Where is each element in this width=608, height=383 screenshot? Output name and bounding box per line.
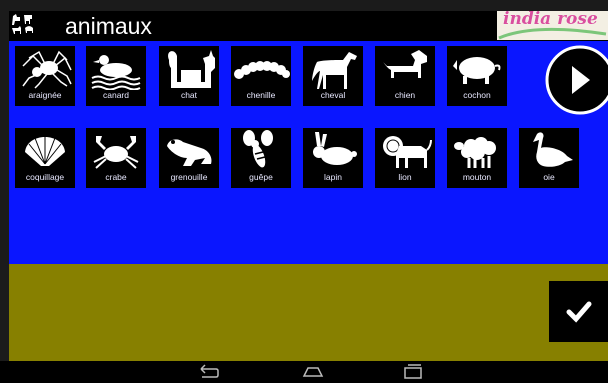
frog-icon (167, 139, 212, 166)
pictogram-lion[interactable]: lion (375, 128, 435, 188)
pictogram-cheval[interactable]: cheval (303, 46, 363, 106)
pictogram-guepe[interactable]: guêpe (231, 128, 291, 188)
india-rose-logo: india rose (497, 11, 608, 40)
system-nav-bar (0, 361, 608, 383)
pictogram-label: lapin (324, 172, 342, 182)
horse-icon (312, 52, 357, 89)
pictogram-grid: araignée canard chat chenille cheval chi… (9, 41, 608, 264)
pictogram-canard[interactable]: canard (86, 46, 146, 106)
validate-button[interactable] (549, 281, 608, 342)
pictogram-cochon[interactable]: cochon (447, 46, 507, 106)
pictogram-crabe[interactable]: crabe (86, 128, 146, 188)
shell-icon (25, 136, 65, 166)
pictogram-label: guêpe (249, 172, 273, 182)
pictogram-chat[interactable]: chat (159, 46, 219, 106)
pictogram-label: coquillage (25, 172, 65, 182)
pictogram-label: cheval (320, 90, 346, 100)
pictogram-oie[interactable]: oie (519, 128, 579, 188)
pictogram-label: grenouille (170, 172, 208, 182)
pictogram-araignee[interactable]: araignée (15, 46, 75, 106)
pictogram-grenouille[interactable]: grenouille (159, 128, 219, 188)
spider-icon (22, 50, 72, 89)
pictogram-label: crabe (105, 172, 127, 182)
back-icon[interactable] (198, 364, 220, 380)
wasp-icon (243, 130, 273, 168)
pictogram-label: chien (394, 90, 416, 100)
pictogram-label: lion (398, 172, 412, 182)
caterpillar-icon (234, 61, 290, 79)
pictogram-coquillage[interactable]: coquillage (15, 128, 75, 188)
cat-icon (168, 50, 215, 88)
recents-icon[interactable] (402, 364, 424, 380)
pictogram-label: cochon (463, 90, 491, 100)
home-icon[interactable] (302, 364, 324, 380)
pictogram-label: mouton (462, 172, 492, 182)
lion-icon (383, 136, 432, 168)
pictogram-chenille[interactable]: chenille (231, 46, 291, 106)
rabbit-icon (313, 132, 357, 165)
pictogram-mouton[interactable]: mouton (447, 128, 507, 188)
top-bar: animaux india rose (9, 11, 608, 41)
pictogram-label: oie (543, 172, 555, 182)
category-title: animaux (65, 13, 152, 39)
animals-category-icon (12, 14, 33, 34)
app-screen: animaux india rose araignée canard chat … (9, 11, 608, 361)
sentence-area[interactable] (9, 264, 608, 361)
pictogram-label: chat (180, 90, 198, 100)
duck-icon (91, 55, 141, 90)
dog-icon (383, 50, 427, 78)
pictogram-lapin[interactable]: lapin (303, 128, 363, 188)
pictogram-label: canard (103, 90, 129, 100)
crab-icon (93, 136, 139, 169)
pictogram-label: araignée (28, 90, 62, 100)
goose-icon (533, 132, 573, 167)
sheep-icon (454, 137, 496, 168)
next-page-button[interactable] (544, 44, 608, 116)
checkmark-icon (566, 301, 592, 323)
pig-icon (453, 57, 501, 84)
pictogram-label: chenille (246, 90, 276, 100)
pictogram-chien[interactable]: chien (375, 46, 435, 106)
